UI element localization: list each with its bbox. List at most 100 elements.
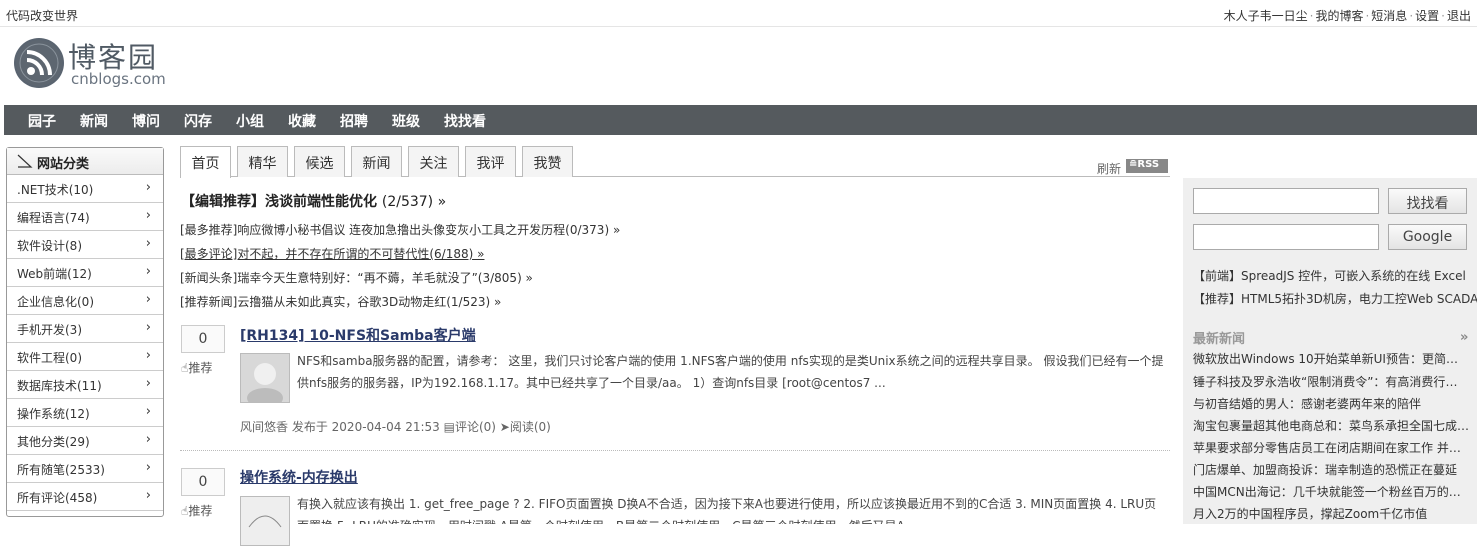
category-item[interactable]: Web前端(12) › (7, 259, 163, 287)
news-link[interactable]: 苹果要求部分零售店员工在闭店期间在家工作 并为… (1193, 439, 1469, 456)
author-avatar[interactable] (240, 353, 290, 408)
chevron-right-icon: › (145, 460, 151, 475)
my-blog-link[interactable]: 我的博客 (1315, 9, 1363, 23)
category-item[interactable]: 所有随笔(2533) › (7, 455, 163, 483)
site-search-input[interactable] (1193, 188, 1379, 214)
rec-link[interactable]: [新闻头条]瑞幸今天生意特别好：“再不薅，羊毛就没了”(3/805) » (180, 269, 533, 286)
tab-my-likes[interactable]: 我赞 (522, 146, 573, 177)
category-item[interactable]: 其他分类(29) › (7, 427, 163, 455)
news-link[interactable]: 淘宝包裹量超其他电商总和：菜鸟系承担全国七成… (1193, 417, 1469, 434)
category-item[interactable]: 软件设计(8) › (7, 231, 163, 259)
news-link[interactable]: 与初音结婚的男人：感谢老婆两年来的陪伴 (1193, 395, 1469, 412)
chevron-right-icon: › (145, 208, 151, 223)
category-label: 操作系统(12) (17, 407, 90, 421)
category-label: 软件设计(8) (17, 239, 82, 253)
top-bar: 代码改变世界 木人子韦一日尘 · 我的博客 · 短消息 · 设置 · 退出 (0, 0, 1477, 27)
vote-count: 0 (181, 325, 225, 353)
rec-link[interactable]: [最多评论]对不起，并不存在所谓的不可替代性(6/188) » (180, 245, 484, 262)
category-item[interactable]: 软件工程(0) › (7, 343, 163, 371)
ad-link[interactable]: 【前端】SpreadJS 控件，可嵌入系统的在线 Excel (1193, 267, 1466, 284)
recommend-button[interactable]: ☝推荐 (181, 502, 212, 519)
rec-link[interactable]: [推荐新闻]云撸猫从未如此真实，谷歌3D动物走红(1/523) » (180, 293, 501, 310)
news-link[interactable]: 中国MCN出海记：几千块就能签一个粉丝百万的网… (1193, 483, 1469, 500)
chevron-right-icon: › (145, 488, 151, 503)
logo-subtitle: cnblogs.com (71, 70, 166, 88)
recommend-button[interactable]: ☝推荐 (181, 359, 212, 376)
separator: · (1309, 9, 1314, 23)
category-label: 所有评论(458) (17, 491, 98, 505)
news-link[interactable]: 锤子科技及罗永浩收“限制消费令”：有高消费行为… (1193, 373, 1469, 390)
nav-item[interactable]: 新闻 (80, 111, 108, 131)
nav-item[interactable]: 班级 (392, 111, 420, 131)
vote-count: 0 (181, 468, 225, 496)
tab-my-comments[interactable]: 我评 (465, 146, 516, 177)
chevron-right-icon: › (145, 348, 151, 363)
category-item[interactable]: 编程语言(74) › (7, 203, 163, 231)
category-title: 网站分类 (37, 157, 90, 172)
tab-featured[interactable]: 精华 (237, 146, 288, 177)
right-sidebar: 找找看 Google 【前端】SpreadJS 控件，可嵌入系统的在线 Exce… (1183, 178, 1477, 524)
logout-link[interactable]: 退出 (1447, 9, 1471, 23)
post-tabs: 首页 精华 候选 新闻 关注 我评 我赞 (180, 146, 1170, 178)
google-search-button[interactable]: Google (1388, 224, 1467, 250)
post-date: 发布于 2020-04-04 21:53 (291, 420, 440, 434)
rss-badge[interactable]: ≘RSS (1126, 159, 1168, 173)
author-avatar[interactable] (240, 496, 290, 546)
nav-item[interactable]: 博问 (132, 111, 160, 131)
post-divider (180, 450, 1170, 451)
nav-item[interactable]: 闪存 (184, 111, 212, 131)
editor-recommend[interactable]: 【编辑推荐】浅谈前端性能优化 (2/537) » (181, 191, 446, 211)
tab-following[interactable]: 关注 (408, 146, 459, 177)
tab-news[interactable]: 新闻 (351, 146, 402, 177)
chevron-right-icon: › (145, 320, 151, 335)
google-search-input[interactable] (1193, 224, 1379, 250)
chevron-right-icon: › (145, 236, 151, 251)
chevron-right-icon: › (145, 404, 151, 419)
latest-news-more[interactable]: » (1460, 330, 1468, 345)
reads-link[interactable]: 阅读(0) (510, 420, 551, 434)
category-label: 其他分类(29) (17, 435, 90, 449)
category-item[interactable]: 手机开发(3) › (7, 315, 163, 343)
category-item[interactable]: 所有评论(458) › (7, 483, 163, 511)
comments-link[interactable]: 评论(0) (455, 420, 496, 434)
tab-candidates[interactable]: 候选 (294, 146, 345, 177)
category-item[interactable]: .NET技术(10) › (7, 175, 163, 203)
user-menu: 木人子韦一日尘 · 我的博客 · 短消息 · 设置 · 退出 (1224, 7, 1471, 24)
category-label: 所有随笔(2533) (17, 463, 105, 477)
eye-icon: ➤ (499, 420, 510, 434)
nav-item[interactable]: 收藏 (288, 111, 316, 131)
ad-link[interactable]: 【推荐】HTML5拓扑3D机房，电力工控Web SCADA (1193, 290, 1477, 307)
recommend-label: 推荐 (188, 504, 213, 518)
nav-item[interactable]: 小组 (236, 111, 264, 131)
tab-home[interactable]: 首页 (180, 146, 231, 178)
news-link[interactable]: 门店爆单、加盟商投诉：瑞幸制造的恐慌正在蔓延 (1193, 461, 1469, 478)
refresh-link[interactable]: 刷新 (1097, 160, 1121, 177)
main-nav: 园子 新闻 博问 闪存 小组 收藏 招聘 班级 找找看 (4, 105, 1477, 135)
site-logo[interactable]: 博客园 cnblogs.com (14, 36, 174, 92)
user-name-link[interactable]: 木人子韦一日尘 (1224, 9, 1308, 23)
headline-title: 【编辑推荐】浅谈前端性能优化 (181, 194, 377, 210)
category-label: 企业信息化(0) (17, 295, 94, 309)
site-slogan: 代码改变世界 (6, 9, 79, 23)
latest-news-title: 最新新闻 (1193, 332, 1246, 347)
settings-link[interactable]: 设置 (1415, 9, 1439, 23)
chevron-right-icon: › (145, 292, 151, 307)
post-summary: 有换入就应该有换出 1. get_free_page ? 2. FIFO页面置换… (297, 497, 1157, 524)
nav-item[interactable]: 园子 (28, 111, 56, 131)
author-link[interactable]: 风间悠香 (240, 420, 288, 434)
category-item[interactable]: 企业信息化(0) › (7, 287, 163, 315)
news-link[interactable]: 月入2万的中国程序员，撑起Zoom千亿市值 (1193, 505, 1469, 522)
category-sidebar: 网站分类 .NET技术(10) › 编程语言(74) › 软件设计(8) › Web前… (6, 147, 164, 517)
site-search-button[interactable]: 找找看 (1388, 188, 1467, 214)
rec-link[interactable]: [最多推荐]响应微博小秘书倡议 连夜加急撸出头像变灰小工具之开发历程(0/373… (180, 221, 620, 238)
messages-link[interactable]: 短消息 (1371, 9, 1407, 23)
news-link[interactable]: 微软放出Windows 10开始菜单新UI预告：更简洁… (1193, 350, 1469, 367)
nav-item[interactable]: 找找看 (444, 111, 486, 131)
post-title[interactable]: [RH134] 10-NFS和Samba客户端 (240, 325, 476, 345)
post-summary: NFS和samba服务器的配置，请参考： 这里，我们只讨论客户端的使用 1.NF… (297, 354, 1164, 390)
nav-item[interactable]: 招聘 (340, 111, 368, 131)
post-title[interactable]: 操作系统-内存换出 (240, 467, 358, 487)
category-item[interactable]: 操作系统(12) › (7, 399, 163, 427)
chevron-right-icon: › (145, 180, 151, 195)
category-item[interactable]: 数据库技术(11) › (7, 371, 163, 399)
